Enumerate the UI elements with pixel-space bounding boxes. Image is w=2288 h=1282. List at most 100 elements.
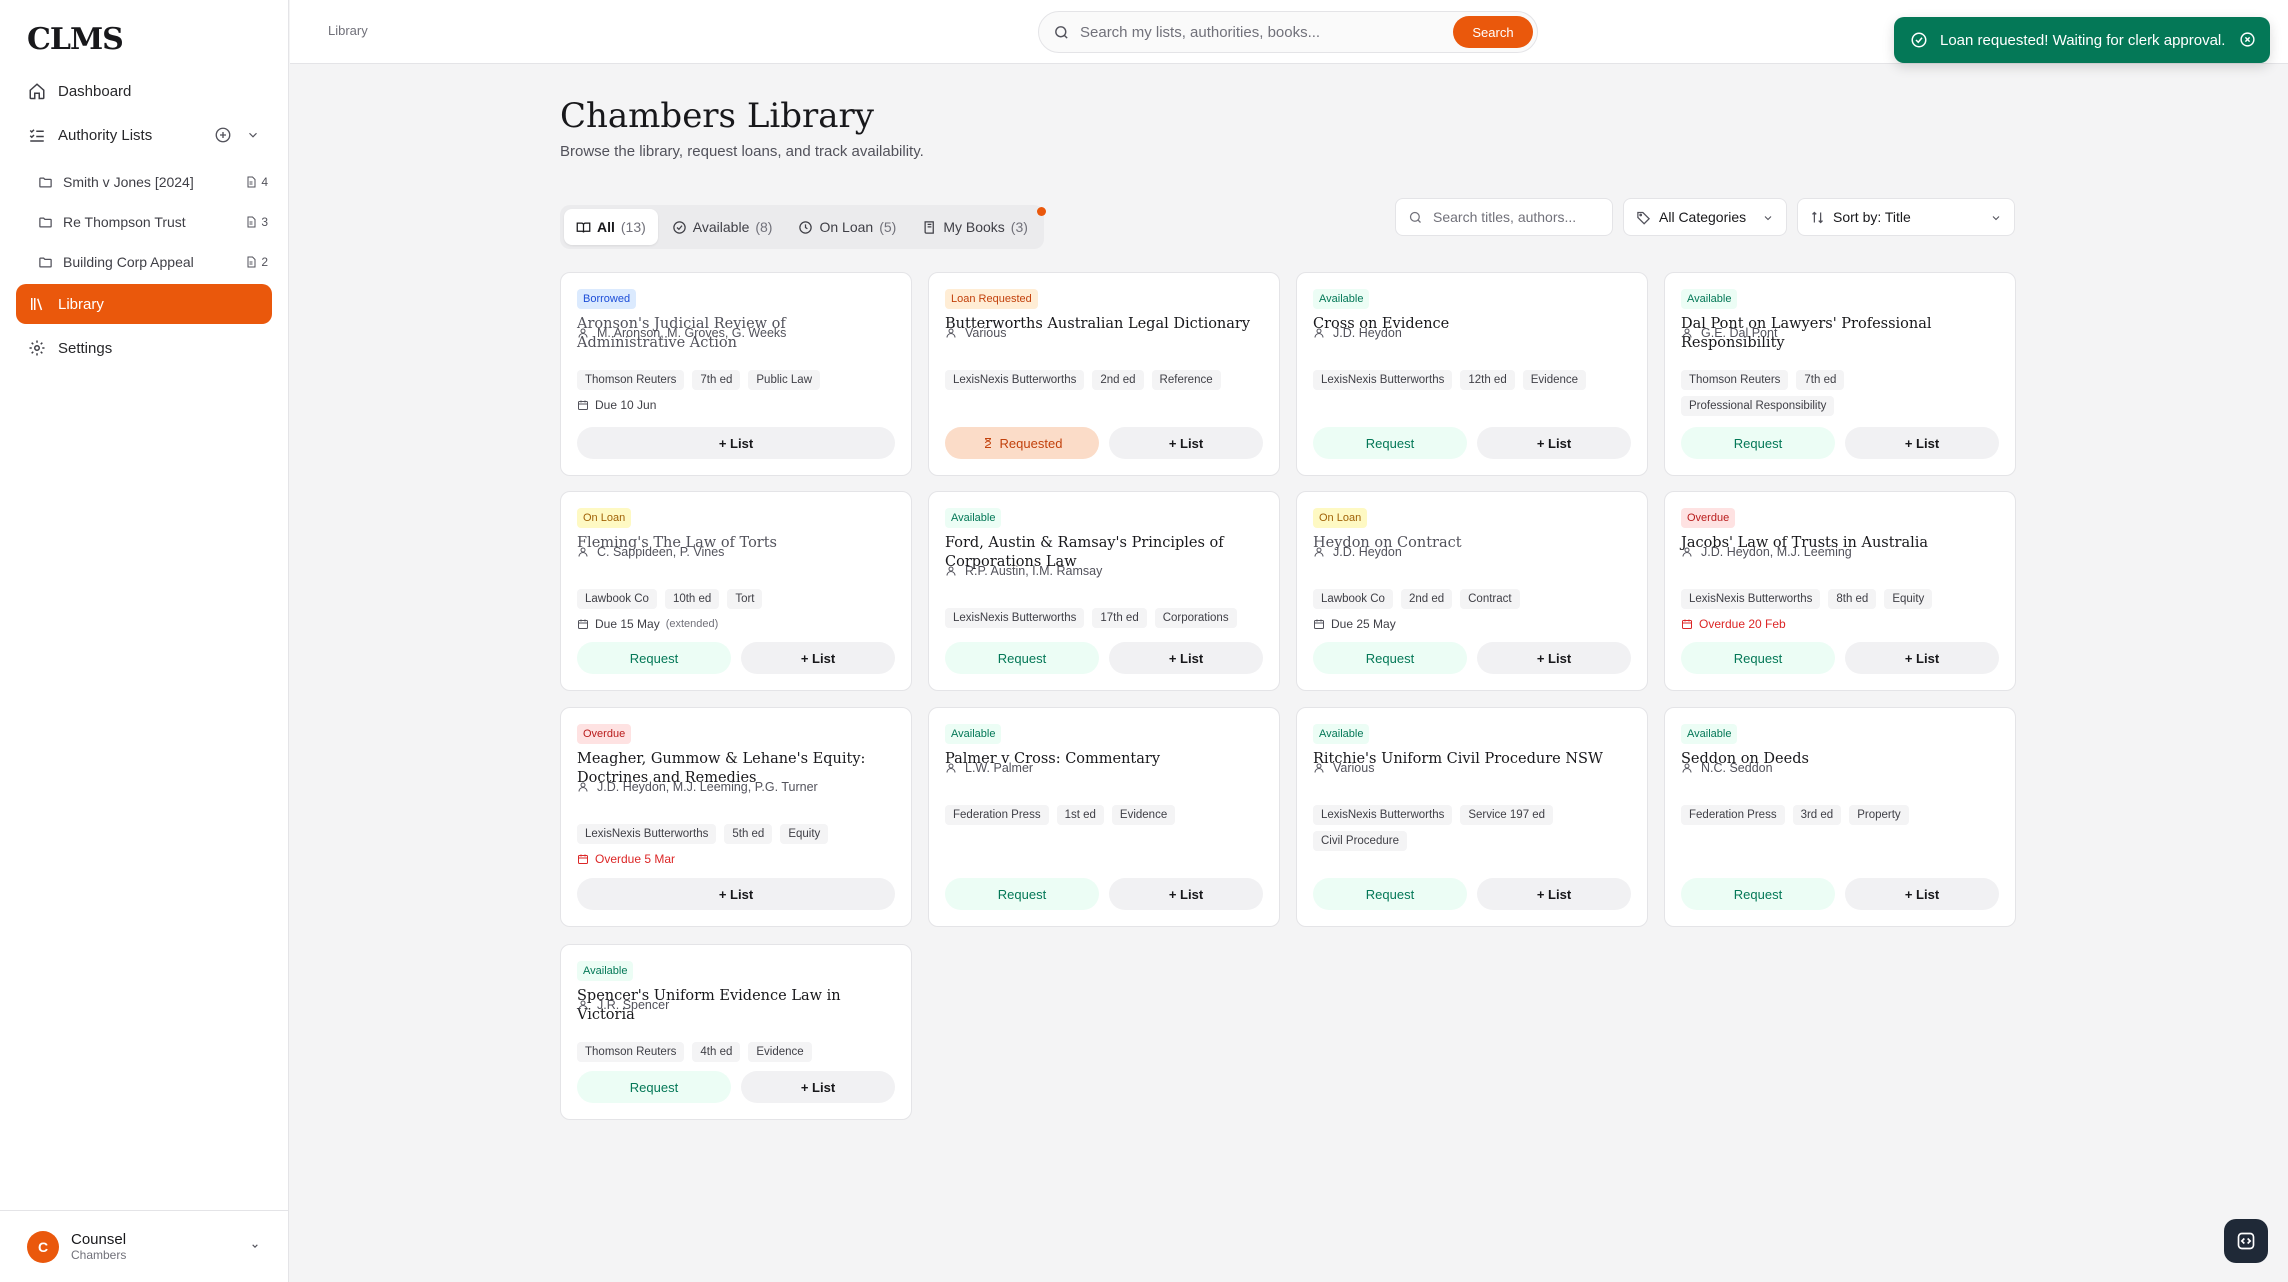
sort-select-value: Sort by: Title <box>1833 209 1911 225</box>
status-badge: Available <box>1313 289 1370 309</box>
book-tag: Service 197 ed <box>1460 805 1554 825</box>
request-button[interactable]: Request <box>1681 427 1835 459</box>
request-button[interactable]: Request <box>1313 642 1467 674</box>
requested-button[interactable]: Requested <box>945 427 1099 459</box>
add-to-list-button[interactable]: + List <box>577 427 895 459</box>
sidebar-list-item[interactable]: Smith v Jones [2024] 4 <box>38 165 268 199</box>
book-card[interactable]: On Loan Fleming's The Law of Torts C. Sa… <box>560 491 912 691</box>
status-badge: Available <box>945 508 1002 528</box>
add-to-list-button[interactable]: + List <box>1845 642 1999 674</box>
add-list-icon[interactable] <box>214 126 232 144</box>
add-to-list-button[interactable]: + List <box>1477 878 1631 910</box>
request-button[interactable]: Request <box>577 1071 731 1103</box>
category-select[interactable]: All Categories <box>1623 198 1787 236</box>
book-card[interactable]: Overdue Jacobs' Law of Trusts in Austral… <box>1664 491 2016 691</box>
sidebar-list-item[interactable]: Building Corp Appeal 2 <box>38 245 268 279</box>
tab-all[interactable]: All (13) <box>564 209 658 245</box>
sort-select[interactable]: Sort by: Title <box>1797 198 2015 236</box>
book-tag: Evidence <box>1522 370 1587 390</box>
status-badge: On Loan <box>577 508 632 528</box>
book-card[interactable]: Available Ritchie's Uniform Civil Proced… <box>1296 707 1648 927</box>
book-card[interactable]: Loan Requested Butterworths Australian L… <box>928 272 1280 476</box>
status-badge: Available <box>1681 724 1738 744</box>
book-authors: C. Sappideen, P. Vines <box>577 545 724 559</box>
book-card[interactable]: Available Cross on Evidence J.D. Heydon … <box>1296 272 1648 476</box>
sidebar-item-authority-lists[interactable]: Authority Lists <box>16 115 272 155</box>
status-badge: Available <box>577 961 634 981</box>
book-card[interactable]: On Loan Heydon on Contract J.D. Heydon L… <box>1296 491 1648 691</box>
code-icon[interactable] <box>2224 1219 2268 1263</box>
book-authors: J.D. Heydon <box>1313 545 1402 559</box>
user-icon <box>945 327 957 339</box>
book-tag: LexisNexis Butterworths <box>577 824 717 844</box>
book-tags: LexisNexis Butterworths 8th ed Equity <box>1681 589 2003 609</box>
author-text: Various <box>1333 761 1375 775</box>
sidebar-list-item[interactable]: Re Thompson Trust 3 <box>38 205 268 239</box>
sidebar-item-library[interactable]: Library <box>16 284 272 324</box>
global-search-input[interactable] <box>1080 23 1450 41</box>
tab-on-loan[interactable]: On Loan (5) <box>786 209 908 245</box>
sidebar-list-label: Smith v Jones [2024] <box>63 174 194 190</box>
check-circle-icon <box>1910 31 1928 49</box>
add-to-list-button[interactable]: + List <box>1109 642 1263 674</box>
chevron-down-icon <box>1762 212 1774 224</box>
book-tags: LexisNexis Butterworths 12th ed Evidence <box>1313 370 1635 390</box>
search-button[interactable]: Search <box>1453 16 1533 48</box>
card-actions: Request + List <box>1681 427 1999 459</box>
add-to-list-button[interactable]: + List <box>577 878 895 910</box>
sidebar-item-dashboard[interactable]: Dashboard <box>16 71 272 111</box>
user-menu[interactable]: C Counsel Chambers <box>0 1210 289 1282</box>
request-button[interactable]: Request <box>945 642 1099 674</box>
add-to-list-button[interactable]: + List <box>1477 427 1631 459</box>
add-to-list-button[interactable]: + List <box>1109 878 1263 910</box>
book-tag: Civil Procedure <box>1313 831 1407 851</box>
book-tag: 8th ed <box>1828 589 1877 609</box>
add-to-list-button[interactable]: + List <box>741 1071 895 1103</box>
request-button[interactable]: Request <box>1313 427 1467 459</box>
add-to-list-button[interactable]: + List <box>1845 878 1999 910</box>
card-actions: + List <box>577 427 895 459</box>
book-tag: Equity <box>780 824 829 844</box>
book-tags: LexisNexis Butterworths Service 197 ed Civ… <box>1313 805 1635 851</box>
page-title: Chambers Library <box>560 96 875 136</box>
user-name: Counsel <box>71 1231 127 1248</box>
book-card[interactable]: Available Ford, Austin & Ramsay's Princi… <box>928 491 1280 691</box>
close-icon[interactable] <box>2239 31 2256 48</box>
book-tag: 5th ed <box>724 824 773 844</box>
add-to-list-button[interactable]: + List <box>1845 427 1999 459</box>
book-card[interactable]: Available Seddon on Deeds N.C. Seddon Fe… <box>1664 707 2016 927</box>
book-card[interactable]: Overdue Meagher, Gummow & Lehane's Equit… <box>560 707 912 927</box>
book-tags: Federation Press 3rd ed Property <box>1681 805 2003 825</box>
request-button[interactable]: Request <box>945 878 1099 910</box>
book-card[interactable]: Available Palmer v Cross: Commentary L.W… <box>928 707 1280 927</box>
breadcrumb[interactable]: Library <box>328 23 368 38</box>
add-to-list-button[interactable]: + List <box>1109 427 1263 459</box>
sidebar-item-label: Settings <box>58 339 113 357</box>
tab-count: (5) <box>879 219 897 235</box>
author-text: R.P. Austin, I.M. Ramsay <box>965 564 1103 578</box>
check-circle-icon <box>672 220 687 235</box>
sidebar-list-label: Re Thompson Trust <box>63 214 186 230</box>
sidebar-item-settings[interactable]: Settings <box>16 328 272 368</box>
card-actions: Request + List <box>945 642 1263 674</box>
request-button[interactable]: Request <box>577 642 731 674</box>
app-logo[interactable]: CLMS <box>27 22 124 57</box>
request-button[interactable]: Request <box>1681 642 1835 674</box>
author-text: J.D. Heydon <box>1333 326 1402 340</box>
book-card[interactable]: Borrowed Aronson's Judicial Review of Ad… <box>560 272 912 476</box>
book-card[interactable]: Available Dal Pont on Lawyers' Professio… <box>1664 272 2016 476</box>
request-button[interactable]: Request <box>1681 878 1835 910</box>
book-tag: Lawbook Co <box>1313 589 1393 609</box>
add-to-list-button[interactable]: + List <box>1477 642 1631 674</box>
chevron-down-icon[interactable] <box>248 1239 262 1253</box>
book-card[interactable]: Available Spencer's Uniform Evidence Law… <box>560 944 912 1120</box>
book-tag: Reference <box>1151 370 1221 390</box>
folder-icon <box>38 255 53 270</box>
chevron-down-icon[interactable] <box>246 128 260 142</box>
request-button[interactable]: Request <box>1313 878 1467 910</box>
add-to-list-button[interactable]: + List <box>741 642 895 674</box>
tab-my-books[interactable]: My Books (3) <box>910 207 1046 245</box>
library-search-input[interactable] <box>1433 209 1603 225</box>
book-tag: 10th ed <box>664 589 720 609</box>
tab-available[interactable]: Available (8) <box>660 209 785 245</box>
